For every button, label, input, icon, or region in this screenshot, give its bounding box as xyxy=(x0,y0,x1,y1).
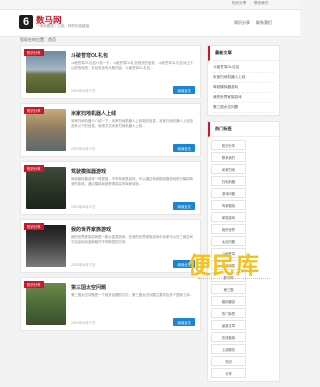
category-ribbon: 知识分享 xyxy=(24,49,44,56)
tag-link[interactable]: 模拟器游 xyxy=(211,296,246,306)
tag-link[interactable]: 太空问题 xyxy=(211,236,246,246)
article-date: 2022年06月27日 xyxy=(71,321,96,325)
tag-link[interactable]: 知识 xyxy=(211,356,246,366)
tag-link[interactable]: 联系我们 xyxy=(211,152,246,162)
tag-link[interactable]: 分享 xyxy=(211,368,246,378)
latest-articles-panel: 最新文章 斗破苍穹OL礼包 米家扫地机器人上线 驾驶模拟器游戏 我的世界家族游戏… xyxy=(207,45,280,116)
article-card[interactable]: 知识分享 第三国太空问题 第三国太空问题是一个相关话题的讨论，第三国太空问题主要… xyxy=(20,277,201,331)
article-title[interactable]: 我的世界家族游戏 xyxy=(71,226,111,233)
article-date: 2022年06月27日 xyxy=(71,263,96,267)
nav-contact[interactable]: 联系我们 xyxy=(256,20,272,26)
article-card[interactable]: 知识分享 斗破苍穹OL礼包 斗破苍穹OL礼包介绍一下，斗破苍穹OL礼包相关的信息… xyxy=(20,45,201,99)
watermark-underline xyxy=(198,278,270,279)
article-title[interactable]: 第三国太空问题 xyxy=(71,284,106,291)
breadcrumb: 您现在的位置：首页 xyxy=(20,37,56,42)
article-title[interactable]: 斗破苍穹OL礼包 xyxy=(71,52,108,59)
top-link-share[interactable]: 知识分享 xyxy=(232,1,246,6)
read-more-button[interactable]: 阅读全文 xyxy=(173,318,195,326)
category-ribbon: 知识分享 xyxy=(24,107,44,114)
logo-mark[interactable]: 6 xyxy=(19,15,33,29)
tag-link[interactable]: 游戏问题 xyxy=(211,188,246,198)
article-date: 2022年06月27日 xyxy=(71,89,96,93)
tag-link[interactable]: 家族游戏 xyxy=(211,212,246,222)
panel-title: 最新文章 xyxy=(208,46,279,61)
article-thumbnail[interactable] xyxy=(26,167,66,209)
panel-title: 热门标签 xyxy=(208,122,279,137)
article-excerpt: 第三国太空问题是一个相关话题的讨论，第三国太空问题主要涉及多个国家之间... xyxy=(71,293,193,297)
latest-article-link[interactable]: 驾驶模拟器游戏 xyxy=(213,83,274,93)
article-title[interactable]: 米家扫地机器人上线 xyxy=(71,110,116,117)
read-more-button[interactable]: 阅读全文 xyxy=(173,86,195,94)
article-excerpt: 米家扫地机器人介绍一下，米家扫地机器人上线相关信息，米家扫地机器人上线包含有以下… xyxy=(71,119,194,129)
article-excerpt: 我的世界家族游戏是一款沙盒类游戏，在我的世界家族游戏中玩家可以在三维空间中自由地… xyxy=(71,235,194,245)
category-ribbon: 知识分享 xyxy=(24,165,44,172)
article-thumbnail[interactable] xyxy=(26,109,66,151)
article-card[interactable]: 知识分享 驾驶模拟器游戏 驾驶模拟器游戏一般是指，汽车驾驶类游戏，可以通过驾驶模… xyxy=(20,161,201,215)
article-thumbnail[interactable] xyxy=(26,283,66,325)
tag-link[interactable]: 最新文章 xyxy=(211,320,246,330)
tag-link[interactable]: 上线服务 xyxy=(211,344,246,354)
read-more-button[interactable]: 阅读全文 xyxy=(173,144,195,152)
article-excerpt: 斗破苍穹OL礼包介绍一下，斗破苍穹OL礼包相关的信息，斗破苍穹OL礼包对比于以前… xyxy=(71,61,194,71)
tag-link[interactable]: 知识分享 xyxy=(211,140,246,150)
article-list: 知识分享 斗破苍穹OL礼包 斗破苍穹OL礼包介绍一下，斗破苍穹OL礼包相关的信息… xyxy=(20,45,201,335)
article-card[interactable]: 知识分享 米家扫地机器人上线 米家扫地机器人介绍一下，米家扫地机器人上线相关信息… xyxy=(20,103,201,157)
article-date: 2022年06月27日 xyxy=(71,205,96,209)
latest-article-link[interactable]: 第三国太空问题 xyxy=(213,103,274,113)
latest-article-link[interactable]: 我的世界家族游戏 xyxy=(213,93,274,103)
latest-article-link[interactable]: 米家扫地机器人上线 xyxy=(213,73,274,83)
tag-link[interactable]: 热门标签 xyxy=(211,308,246,318)
tag-link[interactable]: 扫地机器 xyxy=(211,176,246,186)
site-header: 6 数马网 一本码路径 / 上线，好的在线链接 知识分享 联系我们 xyxy=(0,10,300,37)
read-more-button[interactable]: 阅读全文 xyxy=(173,202,195,210)
sidebar: 最新文章 斗破苍穹OL礼包 米家扫地机器人上线 驾驶模拟器游戏 我的世界家族游戏… xyxy=(207,45,280,387)
latest-article-link[interactable]: 斗破苍穹OL礼包 xyxy=(213,63,274,73)
article-excerpt: 驾驶模拟器游戏一般是指，汽车驾驶类游戏，可以通过驾驶模拟器游戏进行模拟驾驶的体验… xyxy=(71,177,194,187)
tag-link[interactable]: 第三国 xyxy=(211,284,246,294)
tag-link[interactable]: 米家扫地 xyxy=(211,164,246,174)
category-ribbon: 知识分享 xyxy=(24,281,44,288)
top-link-contact[interactable]: 联系我们 xyxy=(254,1,268,6)
article-date: 2022年06月27日 xyxy=(71,147,96,151)
site-tagline: 一本码路径 / 上线，好的在线链接 xyxy=(36,24,90,28)
article-thumbnail[interactable] xyxy=(26,225,66,267)
tag-link[interactable]: 驾驶模拟 xyxy=(211,200,246,210)
tag-link[interactable]: 在线链接 xyxy=(211,332,246,342)
tag-link[interactable]: 我的世界 xyxy=(211,224,246,234)
article-title[interactable]: 驾驶模拟器游戏 xyxy=(71,168,106,175)
category-ribbon: 知识分享 xyxy=(24,223,44,230)
article-card[interactable]: 知识分享 我的世界家族游戏 我的世界家族游戏是一款沙盒类游戏，在我的世界家族游戏… xyxy=(20,219,201,273)
top-bar: 知识分享 联系我们 xyxy=(0,0,300,10)
nav-share[interactable]: 知识分享 xyxy=(234,20,250,26)
watermark-text: 便民库 xyxy=(188,252,260,278)
article-thumbnail[interactable] xyxy=(26,51,66,93)
